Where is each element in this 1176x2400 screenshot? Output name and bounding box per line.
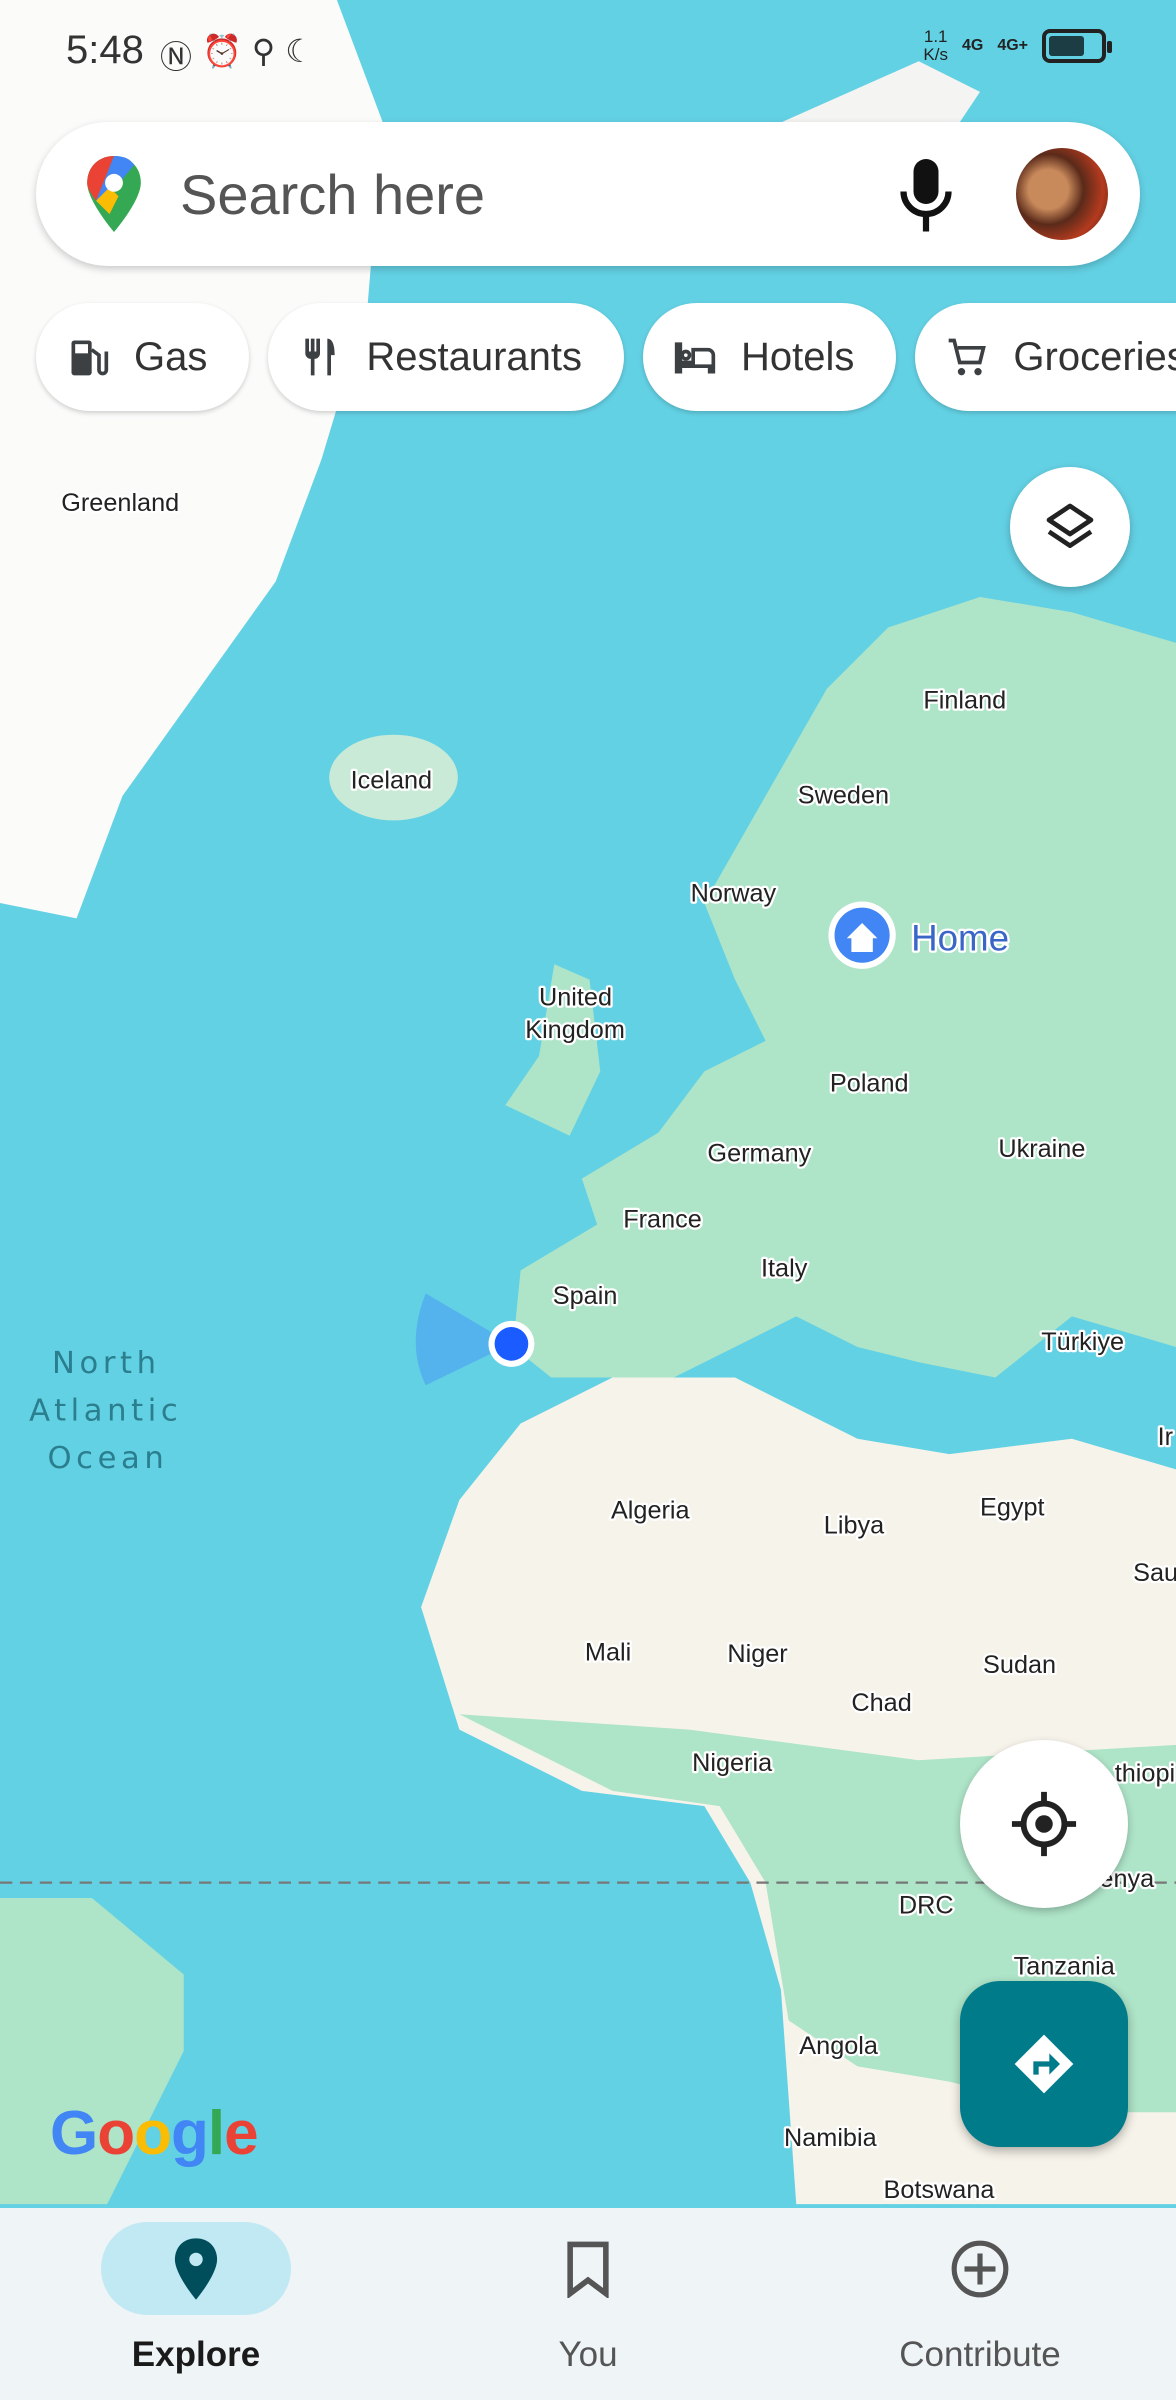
dnd-moon-icon: ☾ [285,33,314,69]
label-italy: Italy [761,1255,808,1283]
clock: 5:48 [66,28,144,72]
label-mali: Mali [585,1639,631,1667]
nav-explore[interactable]: Explore [0,2208,392,2400]
search-input[interactable]: Search here [180,162,896,227]
speed-unit: K/s [923,45,948,64]
chip-groceries[interactable]: Groceries [915,303,1176,411]
account-avatar[interactable] [1016,148,1108,240]
chip-hotels[interactable]: Hotels [643,303,897,411]
label-ocean-3: Ocean [47,1441,168,1476]
chip-label: Hotels [741,334,855,379]
label-egypt: Egypt [980,1493,1045,1521]
chip-label: Gas [134,334,208,379]
label-ocean-1: North [52,1346,161,1381]
nfc-icon: Ⓝ [160,39,193,75]
speed-value: 1.1 [923,27,948,46]
search-bar[interactable]: Search here [36,122,1140,266]
label-norway: Norway [691,880,777,908]
label-spain: Spain [553,1282,618,1310]
network-speed: 1.1 K/s [923,28,948,64]
label-poland: Poland [830,1069,909,1097]
layers-icon [1046,503,1094,548]
nav-you[interactable]: You [392,2208,784,2400]
label-angola: Angola [799,2032,879,2060]
label-ukraine: Ukraine [998,1135,1085,1163]
layers-button[interactable] [1010,467,1130,587]
label-drc: DRC [899,1891,954,1919]
label-finland: Finland [923,687,1006,715]
label-iceland: Iceland [351,766,432,794]
my-location-button[interactable] [960,1740,1128,1908]
label-france: France [623,1206,702,1234]
google-logo: Google [50,2099,259,2168]
status-bar: 5:48 Ⓝ ⏰ ⚲ ☾ 1.1 K/s 4G 4G+ [0,0,1176,100]
google-maps-logo-icon [87,156,141,232]
label-chad: Chad [851,1689,911,1717]
hotel-bed-icon [674,342,716,374]
directions-icon [1014,2034,1074,2094]
chip-label: Groceries [1013,334,1176,379]
signal-1-icon: 4G [961,37,984,54]
home-label: Home [911,918,1009,959]
label-libya: Libya [824,1512,885,1540]
label-tanzania: Tanzania [1014,1952,1116,1980]
label-sudan: Sudan [983,1651,1056,1679]
label-algeria: Algeria [611,1496,691,1524]
microphone-icon[interactable] [896,154,956,234]
chip-label: Restaurants [366,334,583,379]
battery-icon [1042,29,1112,63]
bookmark-icon [567,2241,609,2298]
signal-2-icon: 4G+ [997,37,1028,54]
nav-contribute[interactable]: Contribute [784,2208,1176,2400]
label-sweden: Sweden [798,782,889,810]
location-icon: ⚲ [251,33,276,69]
label-saudi-partial: Sau [1133,1559,1176,1587]
label-greenland: Greenland [61,489,179,517]
cart-icon [949,338,987,376]
label-nigeria: Nigeria [692,1749,773,1777]
label-ocean-2: Atlantic [29,1393,182,1428]
explore-pin-icon [174,2237,218,2300]
directions-button[interactable] [960,1981,1128,2147]
bottom-navigation: Explore You Contribute [0,2208,1176,2400]
label-niger: Niger [727,1640,787,1668]
nav-label: Explore [131,2335,261,2374]
chip-gas[interactable]: Gas [36,303,250,411]
label-ethiopia-partial: thiopi [1115,1760,1175,1788]
label-germany: Germany [707,1140,811,1168]
label-uk-2: Kingdom [525,1016,625,1044]
restaurant-icon [305,338,336,376]
alarm-icon: ⏰ [202,33,242,69]
category-chips: Gas Restaurants Hotels Groceries [36,303,1176,411]
label-botswana: Botswana [884,2176,996,2204]
chip-restaurants[interactable]: Restaurants [268,303,625,411]
add-circle-icon [951,2240,1009,2297]
crosshair-icon [1011,1791,1077,1857]
label-uk-1: United [539,984,612,1012]
label-turkiye: Türkiye [1041,1328,1124,1356]
gas-station-icon [71,340,109,376]
nav-label: Contribute [899,2335,1061,2374]
label-iran-partial: Ir [1158,1423,1173,1451]
nav-label: You [558,2335,618,2374]
label-namibia: Namibia [784,2124,878,2152]
